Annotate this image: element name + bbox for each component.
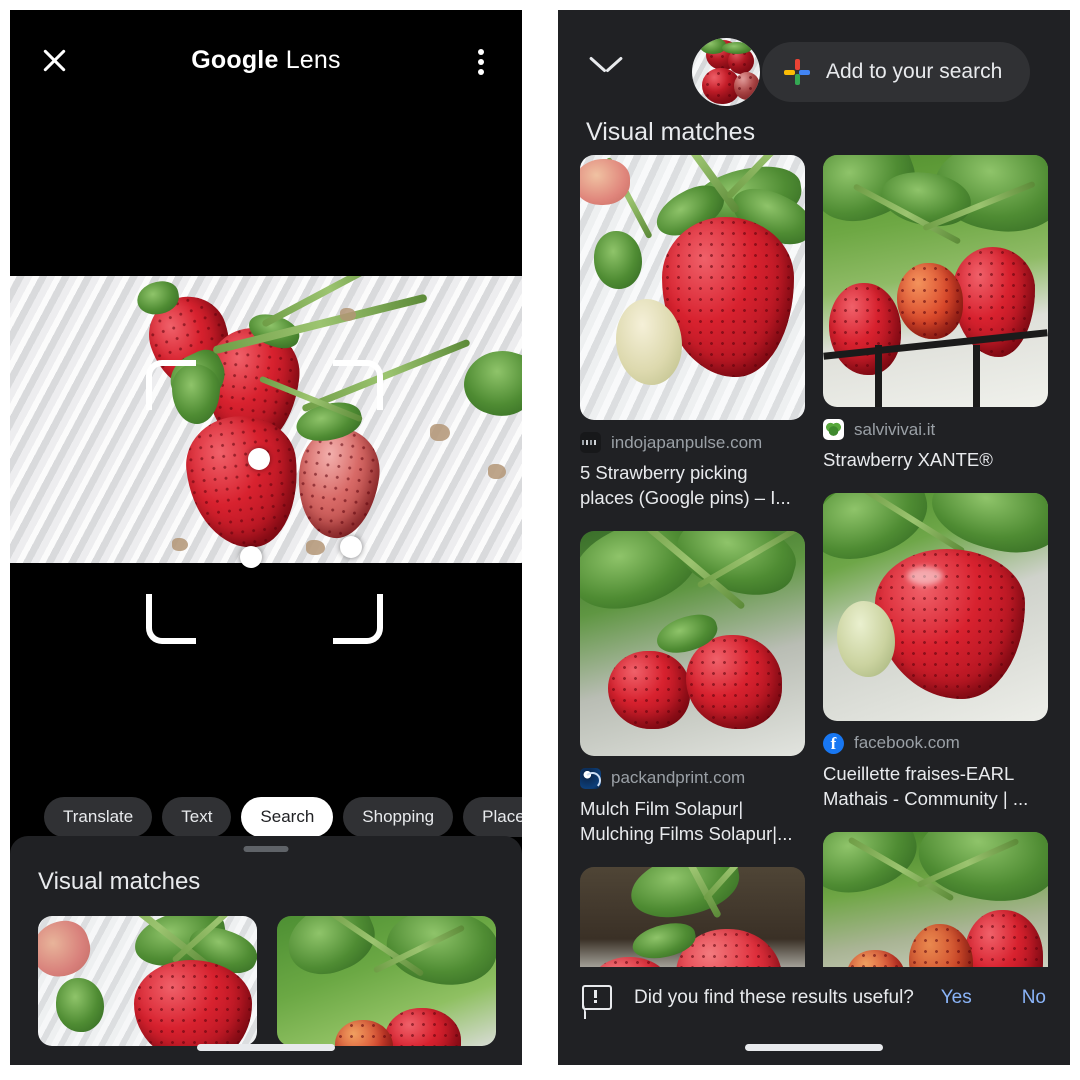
result-image-facebook[interactable] bbox=[823, 492, 1048, 721]
chip-shopping[interactable]: Shopping bbox=[343, 797, 454, 837]
google-plus-icon bbox=[784, 59, 810, 85]
more-vertical-icon[interactable] bbox=[466, 44, 496, 78]
result-card-facebook[interactable]: f facebook.com Cueillette fraises-EARL M… bbox=[823, 492, 1048, 812]
debris-speck-3 bbox=[430, 424, 450, 441]
add-to-your-search-button[interactable]: Add to your search bbox=[762, 42, 1031, 102]
result-card-salvivivai[interactable]: salvivivai.it Strawberry XANTE® bbox=[823, 155, 1048, 473]
detected-object-dot-2[interactable] bbox=[240, 546, 262, 568]
result-meta-packandprint: packandprint.com bbox=[580, 767, 805, 789]
crop-handle-top-left[interactable] bbox=[146, 360, 196, 410]
visual-matches-grid: indojapanpulse.com 5 Strawberry picking … bbox=[580, 155, 1048, 1015]
result-card-indojapanpulse[interactable]: indojapanpulse.com 5 Strawberry picking … bbox=[580, 155, 805, 511]
captured-photo-viewport[interactable] bbox=[10, 88, 522, 788]
lens-title-lens: Lens bbox=[278, 46, 341, 74]
masonry-column-right: salvivivai.it Strawberry XANTE® f facebo… bbox=[823, 155, 1048, 1015]
lens-capture-panel: Google Lens Translate Text Search Shoppi… bbox=[10, 10, 522, 1065]
result-image-packandprint[interactable] bbox=[580, 530, 805, 756]
page-title: Google Lens bbox=[10, 46, 522, 75]
feedback-actions: Yes No bbox=[941, 987, 1046, 1009]
visual-match-thumb-2[interactable] bbox=[277, 916, 496, 1046]
result-title[interactable]: Cueillette fraises-EARL Mathais - Commun… bbox=[823, 762, 1048, 812]
chevron-down-icon[interactable] bbox=[590, 54, 622, 74]
home-indicator-right bbox=[745, 1044, 883, 1051]
plant-favicon bbox=[823, 419, 844, 440]
result-meta-indojapanpulse: indojapanpulse.com bbox=[580, 432, 805, 453]
chip-search[interactable]: Search bbox=[241, 797, 334, 837]
detected-object-dot-1[interactable] bbox=[248, 448, 270, 470]
result-domain: packandprint.com bbox=[611, 768, 746, 788]
sheet-drag-handle[interactable] bbox=[243, 846, 289, 852]
lens-results-panel: Add to your search Visual matches indoja… bbox=[558, 10, 1070, 1065]
result-image-indojapanpulse[interactable] bbox=[580, 155, 805, 420]
crop-handle-bottom-right[interactable] bbox=[333, 594, 383, 644]
chip-places[interactable]: Places bbox=[463, 797, 522, 837]
result-title[interactable]: 5 Strawberry picking places (Google pins… bbox=[580, 461, 805, 511]
visual-matches-heading: Visual matches bbox=[586, 118, 756, 146]
packandprint-favicon bbox=[580, 767, 601, 789]
lens-app-bar: Google Lens bbox=[10, 10, 522, 88]
crop-frame[interactable] bbox=[146, 360, 383, 644]
visual-match-thumb-1[interactable] bbox=[38, 916, 257, 1046]
feedback-bubble-icon bbox=[582, 984, 612, 1019]
result-domain: facebook.com bbox=[854, 733, 960, 753]
feedback-bar: Did you find these results useful? Yes N… bbox=[558, 967, 1070, 1029]
visual-matches-thumb-grid bbox=[38, 916, 508, 1046]
debris-speck-4 bbox=[488, 464, 506, 479]
feedback-question: Did you find these results useful? bbox=[634, 987, 914, 1008]
result-title[interactable]: Mulch Film Solapur| Mulching Films Solap… bbox=[580, 797, 805, 847]
result-meta-facebook: f facebook.com bbox=[823, 732, 1048, 754]
result-card-packandprint[interactable]: packandprint.com Mulch Film Solapur| Mul… bbox=[580, 530, 805, 847]
query-image-thumbnail[interactable] bbox=[692, 38, 760, 106]
debris-speck-5 bbox=[340, 308, 356, 321]
add-to-your-search-label: Add to your search bbox=[826, 60, 1003, 83]
detected-object-dot-3[interactable] bbox=[340, 536, 362, 558]
crop-handle-top-right[interactable] bbox=[333, 360, 383, 410]
masonry-column-left: indojapanpulse.com 5 Strawberry picking … bbox=[580, 155, 805, 1015]
results-bottom-sheet[interactable]: Visual matches bbox=[10, 836, 522, 1065]
results-header: Add to your search bbox=[558, 10, 1070, 110]
feedback-yes-button[interactable]: Yes bbox=[941, 987, 972, 1009]
facebook-favicon: f bbox=[823, 732, 844, 754]
result-title[interactable]: Strawberry XANTE® bbox=[823, 448, 1048, 473]
home-indicator-left bbox=[197, 1044, 335, 1051]
visual-matches-heading: Visual matches bbox=[38, 868, 201, 895]
chip-text[interactable]: Text bbox=[162, 797, 232, 837]
result-image-salvivivai[interactable] bbox=[823, 155, 1048, 407]
result-meta-salvivivai: salvivivai.it bbox=[823, 419, 1048, 440]
waveform-favicon bbox=[580, 432, 601, 453]
feedback-no-button[interactable]: No bbox=[1022, 987, 1046, 1009]
crop-handle-bottom-left[interactable] bbox=[146, 594, 196, 644]
result-domain: salvivivai.it bbox=[854, 419, 936, 439]
lens-title-google: Google bbox=[191, 46, 279, 74]
result-domain: indojapanpulse.com bbox=[611, 432, 763, 452]
chip-translate[interactable]: Translate bbox=[44, 797, 153, 837]
screenshot-stage: Google Lens Translate Text Search Shoppi… bbox=[0, 0, 1080, 1080]
